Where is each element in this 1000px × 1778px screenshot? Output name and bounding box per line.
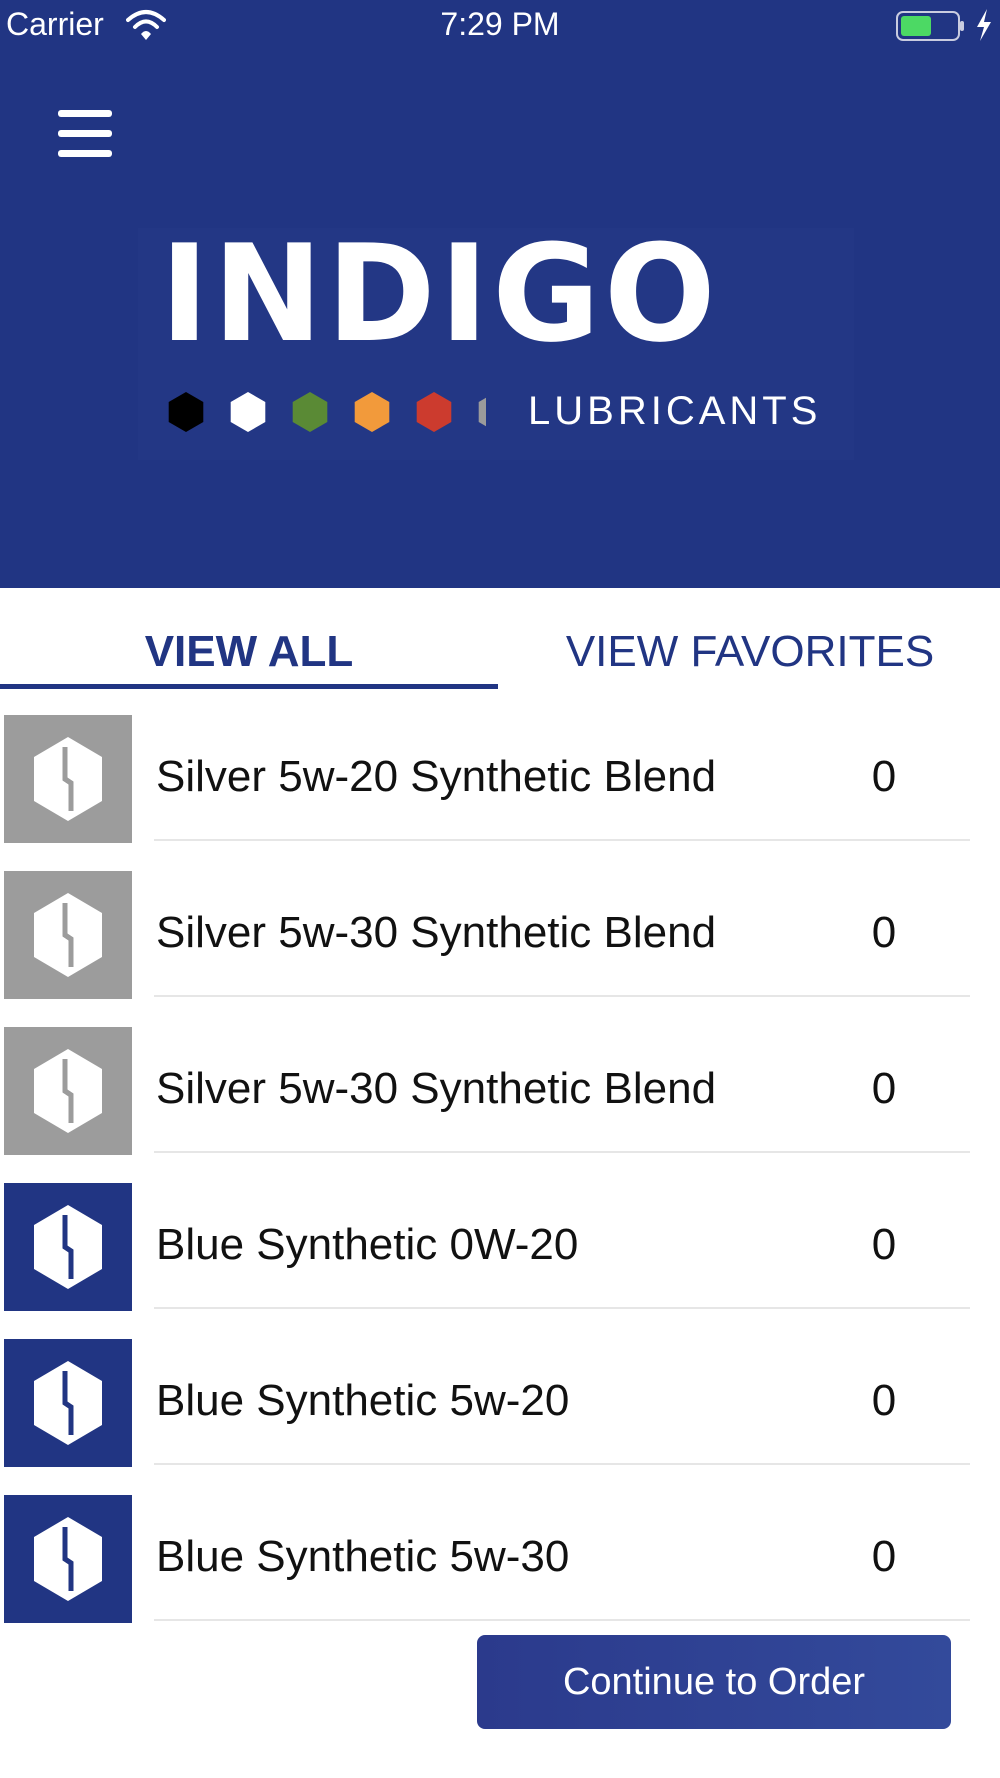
product-row[interactable]: Blue Synthetic 5w-20 0 (0, 1337, 1000, 1493)
logo-hex-icon (354, 392, 390, 432)
product-quantity[interactable]: 0 (846, 1371, 922, 1431)
indigo-hex-logo-icon (32, 735, 104, 823)
product-thumbnail (4, 871, 132, 999)
logo-hex-icon (230, 392, 266, 432)
row-divider (154, 995, 970, 997)
row-divider (154, 1463, 970, 1465)
product-thumbnail (4, 1183, 132, 1311)
status-time: 7:29 PM (440, 6, 560, 42)
product-quantity[interactable]: 0 (846, 903, 922, 963)
logo-hex-icon (416, 392, 452, 432)
indigo-lubricants-logo: INDIGO LUBRICANTS (138, 216, 854, 460)
indigo-hex-logo-icon (32, 1359, 104, 1447)
product-quantity[interactable]: 0 (846, 1059, 922, 1119)
indigo-hex-logo-icon (32, 1047, 104, 1135)
logo-color-hexes (168, 392, 486, 432)
product-row[interactable]: Silver 5w-20 Synthetic Blend 0 (0, 713, 1000, 869)
hamburger-menu-icon[interactable] (58, 108, 112, 160)
product-name: Silver 5w-30 Synthetic Blend (156, 908, 717, 957)
row-divider (154, 1307, 970, 1309)
product-name: Silver 5w-20 Synthetic Blend (156, 752, 717, 801)
product-name: Blue Synthetic 0W-20 (156, 1220, 579, 1269)
row-divider (154, 1151, 970, 1153)
product-quantity[interactable]: 0 (846, 1527, 922, 1587)
product-thumbnail (4, 1339, 132, 1467)
product-thumbnail (4, 1027, 132, 1155)
product-thumbnail (4, 715, 132, 843)
tab-view-favorites[interactable]: VIEW FAVORITES (500, 588, 1000, 700)
product-name: Blue Synthetic 5w-20 (156, 1376, 570, 1425)
indigo-hex-logo-icon (32, 891, 104, 979)
header: Carrier 7:29 PM INDIGO LUBRICANTS (0, 0, 1000, 588)
logo-wordmark: INDIGO (160, 216, 720, 372)
continue-to-order-button[interactable]: Continue to Order (477, 1635, 951, 1729)
row-divider (154, 839, 970, 841)
logo-hex-icon (168, 392, 204, 432)
row-divider (154, 1619, 970, 1621)
logo-hex-icon (292, 392, 328, 432)
product-row[interactable]: Blue Synthetic 5w-30 0 (0, 1493, 1000, 1649)
product-quantity[interactable]: 0 (846, 747, 922, 807)
product-name: Silver 5w-30 Synthetic Blend (156, 1064, 717, 1113)
product-row[interactable]: Blue Synthetic 0W-20 0 (0, 1181, 1000, 1337)
status-bar: Carrier 7:29 PM (0, 0, 1000, 54)
tab-bar: VIEW ALL VIEW FAVORITES (0, 588, 1000, 700)
charging-bolt-icon (977, 9, 991, 41)
logo-hex-icon (478, 397, 486, 427)
product-row[interactable]: Silver 5w-30 Synthetic Blend 0 (0, 869, 1000, 1025)
logo-subtitle: LUBRICANTS (528, 389, 822, 433)
indigo-hex-logo-icon (32, 1515, 104, 1603)
battery-icon (896, 11, 964, 41)
product-thumbnail (4, 1495, 132, 1623)
indigo-hex-logo-icon (32, 1203, 104, 1291)
selected-tab-indicator (0, 684, 498, 689)
product-name: Blue Synthetic 5w-30 (156, 1532, 570, 1581)
product-quantity[interactable]: 0 (846, 1215, 922, 1275)
product-row[interactable]: Silver 5w-30 Synthetic Blend 0 (0, 1025, 1000, 1181)
